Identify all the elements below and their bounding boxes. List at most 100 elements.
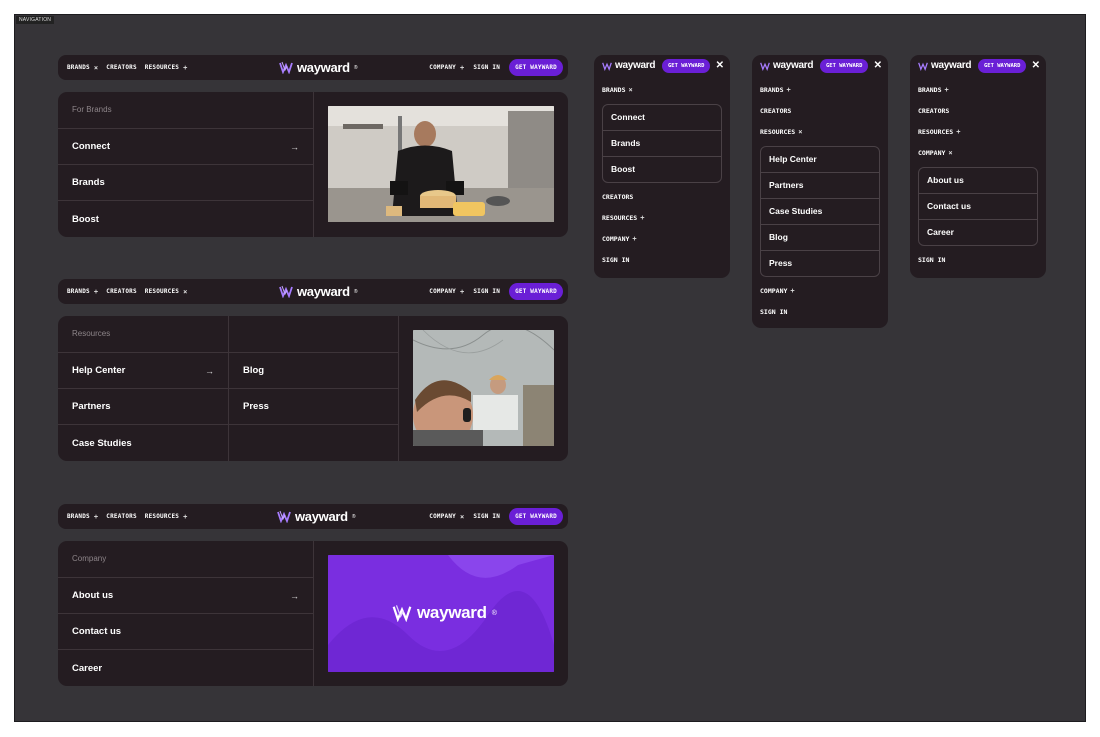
wayward-logo-icon <box>760 62 770 71</box>
nav-brands[interactable]: BRANDS + <box>67 288 98 296</box>
dropdown-item-career[interactable]: Career <box>58 650 313 686</box>
mobile-nav-brands[interactable]: BRANDS + <box>910 80 1046 101</box>
mobile-nav-creators[interactable]: CREATORS <box>594 187 730 208</box>
mobile-nav-sign-in[interactable]: SIGN IN <box>594 250 730 271</box>
mobile-header: wayward GET WAYWARD ✕ <box>594 55 730 80</box>
wayward-logo[interactable]: wayward ® <box>279 283 358 300</box>
mobile-sub-contact-us[interactable]: Contact us <box>919 194 1037 220</box>
get-wayward-button[interactable]: GET WAYWARD <box>509 59 563 76</box>
mobile-sub-connect[interactable]: Connect <box>603 105 721 131</box>
nav-sign-in-label: SIGN IN <box>473 288 501 295</box>
dropdown-item-label: Career <box>72 662 103 674</box>
dropdown-item-label: Partners <box>72 401 111 412</box>
mobile-nav-resources[interactable]: RESOURCES + <box>910 122 1046 143</box>
dropdown-item-connect[interactable]: Connect → <box>58 129 313 165</box>
dropdown-item-label: Brands <box>72 177 105 188</box>
nav-resources[interactable]: RESOURCES + <box>145 64 188 72</box>
arrow-right-icon: → <box>290 590 299 601</box>
mobile-nav-label: RESOURCES <box>918 128 954 136</box>
nav-creators[interactable]: CREATORS <box>106 288 137 295</box>
nav-company-label: COMPANY <box>429 288 456 295</box>
mobile-sub-about-us[interactable]: About us <box>919 168 1037 194</box>
mobile-sub-brands[interactable]: Brands <box>603 131 721 157</box>
get-wayward-button[interactable]: GET WAYWARD <box>978 59 1027 73</box>
mobile-sub-press[interactable]: Press <box>761 251 879 276</box>
dropdown-item-partners[interactable]: Partners <box>58 389 228 425</box>
dropdown-item-help-center[interactable]: Help Center → <box>58 353 228 389</box>
nav-brands[interactable]: BRANDS + <box>67 513 98 521</box>
nav-sign-in-label: SIGN IN <box>473 64 501 71</box>
nav-resources[interactable]: RESOURCES × <box>145 288 188 296</box>
dropdown-item-boost[interactable]: Boost <box>58 201 313 237</box>
dropdown-item-contact-us[interactable]: Contact us <box>58 614 313 650</box>
mobile-nav-creators[interactable]: CREATORS <box>910 101 1046 122</box>
mobile-sub-blog[interactable]: Blog <box>761 225 879 251</box>
mobile-nav-label: RESOURCES <box>602 214 638 222</box>
wayward-logo[interactable]: wayward <box>918 60 971 71</box>
mobile-sub-career[interactable]: Career <box>919 220 1037 245</box>
plus-icon: + <box>183 63 188 72</box>
nav-brands[interactable]: BRANDS × <box>67 64 98 72</box>
nav-company[interactable]: COMPANY + <box>429 64 464 72</box>
nav-company[interactable]: COMPANY + <box>429 288 464 296</box>
nav-resources[interactable]: RESOURCES + <box>145 513 188 521</box>
mobile-header: wayward GET WAYWARD ✕ <box>910 55 1046 80</box>
get-wayward-button[interactable]: GET WAYWARD <box>509 283 563 300</box>
get-wayward-button[interactable]: GET WAYWARD <box>662 59 711 73</box>
brands-dropdown-list: For Brands Connect → Brands Boost <box>58 92 314 237</box>
dropdown-item-brands[interactable]: Brands <box>58 165 313 201</box>
mobile-nav-resources[interactable]: RESOURCES + <box>594 208 730 229</box>
mobile-nav-creators[interactable]: CREATORS <box>752 101 888 122</box>
wayward-logo-icon <box>277 510 291 523</box>
dropdown-heading: Resources <box>58 316 228 353</box>
mobile-nav-brands[interactable]: BRANDS × <box>594 80 730 101</box>
mobile-nav-company[interactable]: COMPANY + <box>594 229 730 250</box>
logo-text: wayward <box>295 509 348 524</box>
dropdown-item-about-us[interactable]: About us → <box>58 578 313 614</box>
mobile-nav-sign-in[interactable]: SIGN IN <box>752 302 888 323</box>
plus-icon: + <box>93 512 99 521</box>
close-icon: × <box>93 63 99 72</box>
mobile-sub-boost[interactable]: Boost <box>603 157 721 182</box>
get-wayward-button[interactable]: GET WAYWARD <box>820 59 869 73</box>
wayward-logo[interactable]: wayward <box>602 60 655 71</box>
nav-creators[interactable]: CREATORS <box>106 64 137 71</box>
mobile-sub-partners[interactable]: Partners <box>761 173 879 199</box>
plus-icon: + <box>786 86 791 94</box>
dropdown-item-press[interactable]: Press <box>229 389 398 425</box>
close-icon[interactable]: ✕ <box>1032 60 1040 71</box>
mobile-nav-company[interactable]: COMPANY × <box>910 143 1046 164</box>
mobile-nav-sign-in[interactable]: SIGN IN <box>910 250 1046 271</box>
logo-text: wayward <box>931 60 972 71</box>
nav-creators[interactable]: CREATORS <box>106 513 137 520</box>
close-icon[interactable]: ✕ <box>874 60 882 71</box>
nav-sign-in[interactable]: SIGN IN <box>473 64 500 71</box>
mobile-nav-company[interactable]: COMPANY + <box>752 281 888 302</box>
mobile-sub-help-center[interactable]: Help Center <box>761 147 879 173</box>
wayward-logo[interactable]: wayward ® <box>277 508 356 525</box>
mobile-nav-label: COMPANY <box>760 287 788 295</box>
mobile-nav-label: CREATORS <box>760 107 792 115</box>
mobile-nav-brands[interactable]: BRANDS + <box>752 80 888 101</box>
banner-logo: wayward ® <box>392 603 497 623</box>
wayward-logo[interactable]: wayward <box>760 60 813 71</box>
arrow-right-icon: → <box>290 141 299 152</box>
nav-brands-label: BRANDS <box>67 513 90 520</box>
dropdown-item-case-studies[interactable]: Case Studies <box>58 425 228 461</box>
dropdown-item-blog[interactable]: Blog <box>229 353 398 389</box>
wayward-logo[interactable]: wayward ® <box>279 59 358 76</box>
nav-sign-in[interactable]: SIGN IN <box>473 288 500 295</box>
frame-label: NAVIGATION <box>16 16 55 24</box>
nav-company[interactable]: COMPANY × <box>429 513 464 521</box>
nav-creators-label: CREATORS <box>106 288 137 295</box>
mobile-sub-case-studies[interactable]: Case Studies <box>761 199 879 225</box>
mobile-nav-label: BRANDS <box>918 86 942 94</box>
mobile-nav-resources[interactable]: RESOURCES × <box>752 122 888 143</box>
get-wayward-button[interactable]: GET WAYWARD <box>509 508 563 525</box>
nav-sign-in[interactable]: SIGN IN <box>473 513 500 520</box>
wayward-logo-icon <box>279 285 293 298</box>
mobile-nav-label: BRANDS <box>760 86 784 94</box>
close-icon[interactable]: ✕ <box>716 60 724 71</box>
dropdown-heading-spacer <box>229 316 398 353</box>
mobile-menu-brands: wayward GET WAYWARD ✕ BRANDS × Connect Br… <box>594 55 730 278</box>
